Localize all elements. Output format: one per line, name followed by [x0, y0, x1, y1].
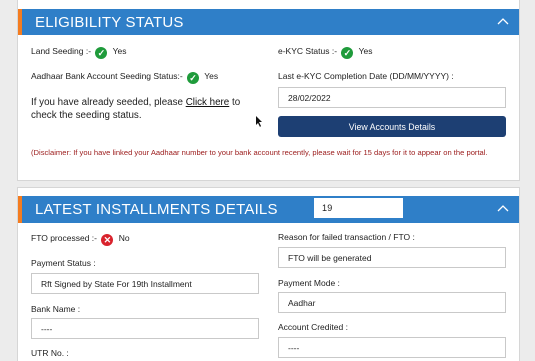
fto-processed-value: No: [118, 233, 130, 243]
bank-name-label: Bank Name :: [31, 304, 81, 314]
latest-installments-title: LATEST INSTALLMENTS DETAILS: [35, 201, 278, 218]
seeded-text-before: If you have already seeded, please: [31, 97, 186, 108]
eligibility-status-title: ELIGIBILITY STATUS: [35, 13, 184, 31]
view-accounts-details-button[interactable]: View Accounts Details: [278, 116, 506, 137]
payment-mode-label: Payment Mode :: [278, 278, 340, 288]
fto-processed-label: FTO processed :-: [31, 233, 97, 243]
click-here-link[interactable]: Click here: [186, 97, 230, 108]
eligibility-status-header[interactable]: ELIGIBILITY STATUS: [18, 9, 519, 35]
disclaimer-text: (Disclaimer: If you have linked your Aad…: [31, 148, 488, 157]
reason-failed-label: Reason for failed transaction / FTO :: [278, 232, 415, 242]
seeded-check-text: If you have already seeded, please Click…: [31, 97, 256, 122]
land-seeding-row: Land Seeding :- ✓ Yes: [31, 46, 127, 59]
chevron-up-icon[interactable]: [497, 16, 509, 28]
land-seeding-label: Land Seeding :-: [31, 46, 92, 56]
ekyc-status-label: e-KYC Status :-: [278, 46, 338, 56]
aadhaar-seeding-row: Aadhaar Bank Account Seeding Status:- ✓ …: [31, 71, 218, 84]
latest-installments-header[interactable]: LATEST INSTALLMENTS DETAILS 19: [18, 196, 519, 223]
payment-status-label: Payment Status :: [31, 258, 96, 268]
fto-processed-row: FTO processed :- ✕ No: [31, 233, 130, 246]
latest-installments-card: LATEST INSTALLMENTS DETAILS 19 FTO proce…: [17, 187, 520, 361]
check-circle-icon: ✓: [341, 47, 354, 59]
payment-status-field[interactable]: Rft Signed by State For 19th Installment: [31, 273, 259, 294]
installment-number-input[interactable]: 19: [314, 198, 403, 218]
ekyc-status-value: Yes: [358, 46, 373, 56]
chevron-up-icon[interactable]: [497, 203, 509, 215]
aadhaar-seeding-value: Yes: [204, 71, 219, 81]
eligibility-status-card: ELIGIBILITY STATUS Land Seeding :- ✓ Yes…: [17, 0, 520, 181]
mouse-cursor-icon: [256, 116, 262, 127]
last-ekyc-date-field[interactable]: 28/02/2022: [278, 87, 506, 108]
ekyc-status-row: e-KYC Status :- ✓ Yes: [278, 46, 373, 59]
cross-circle-icon: ✕: [101, 234, 114, 246]
utr-label: UTR No. :: [31, 348, 69, 358]
view-accounts-details-label: View Accounts Details: [348, 121, 436, 132]
check-circle-icon: ✓: [95, 47, 108, 59]
check-circle-icon: ✓: [187, 72, 200, 84]
last-ekyc-label: Last e-KYC Completion Date (DD/MM/YYYY) …: [278, 71, 454, 81]
account-credited-label: Account Credited :: [278, 322, 348, 332]
bank-name-field[interactable]: ----: [31, 318, 259, 339]
account-credited-field[interactable]: ----: [278, 337, 506, 358]
reason-failed-field[interactable]: FTO will be generated: [278, 247, 506, 268]
land-seeding-value: Yes: [112, 46, 127, 56]
aadhaar-seeding-label: Aadhaar Bank Account Seeding Status:-: [31, 71, 183, 81]
payment-mode-field[interactable]: Aadhar: [278, 292, 506, 313]
